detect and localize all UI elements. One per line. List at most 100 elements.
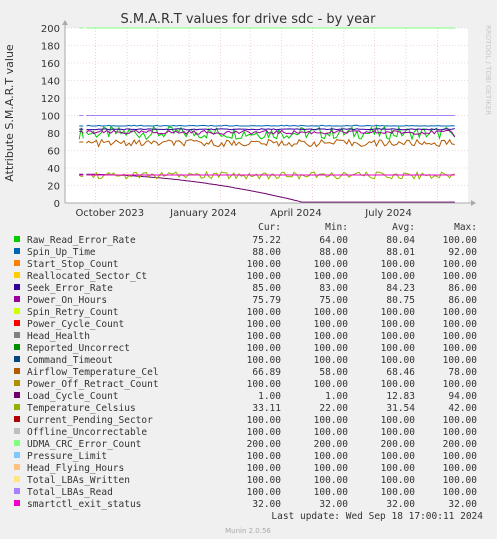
- legend-series-name: Load_Cycle_Count: [27, 391, 119, 402]
- legend-avg-value: 100.00: [381, 463, 416, 474]
- legend-swatch: [14, 452, 20, 458]
- legend-swatch: [14, 308, 20, 314]
- legend-swatch: [14, 272, 20, 278]
- legend-series-name: Start_Stop_Count: [27, 259, 119, 270]
- legend-cur-value: 100.00: [247, 319, 282, 330]
- legend-avg-value: 100.00: [381, 379, 416, 390]
- legend-cur-value: 33.11: [252, 403, 281, 414]
- legend-min-value: 22.00: [319, 403, 348, 414]
- legend-series-name: Reported_Uncorrect: [27, 343, 130, 354]
- legend-swatch: [14, 416, 20, 422]
- legend-cur-value: 100.00: [247, 343, 282, 354]
- legend-series-name: Reallocated_Sector_Ct: [27, 271, 147, 282]
- legend-series-name: Power_Cycle_Count: [27, 319, 124, 330]
- legend-min-value: 100.00: [314, 319, 349, 330]
- legend-max-value: 100.00: [443, 307, 478, 318]
- legend-avg-value: 31.54: [386, 403, 415, 414]
- legend-avg-value: 100.00: [381, 475, 416, 486]
- legend-cur-value: 100.00: [247, 355, 282, 366]
- legend-swatch: [14, 332, 20, 338]
- legend-series-name: Temperature_Celsius: [27, 403, 136, 414]
- legend-cur-value: 100.00: [247, 487, 282, 498]
- legend-cur-value: 100.00: [247, 307, 282, 318]
- legend-series-name: Current_Pending_Sector: [27, 415, 153, 426]
- legend-max-value: 94.00: [448, 391, 477, 402]
- legend-series-name: Power_On_Hours: [27, 295, 107, 306]
- legend-min-value: 100.00: [314, 271, 349, 282]
- legend-cur-value: 66.89: [252, 367, 281, 378]
- legend-series-name: Seek_Error_Rate: [27, 283, 113, 294]
- legend-max-value: 78.00: [448, 367, 477, 378]
- legend-min-value: 100.00: [314, 379, 349, 390]
- y-tick-label: 40: [47, 164, 60, 175]
- legend-avg-value: 100.00: [381, 319, 416, 330]
- legend-avg-value: 100.00: [381, 271, 416, 282]
- legend-cur-value: 100.00: [247, 331, 282, 342]
- x-tick-label: January 2024: [169, 208, 237, 219]
- legend-swatch: [14, 476, 20, 482]
- legend-swatch: [14, 488, 20, 494]
- legend-max-value: 100.00: [443, 379, 478, 390]
- legend-min-value: 100.00: [314, 415, 349, 426]
- legend-min-value: 100.00: [314, 475, 349, 486]
- legend-max-value: 100.00: [443, 343, 478, 354]
- legend-max-value: 100.00: [443, 235, 478, 246]
- legend-min-value: 100.00: [314, 427, 349, 438]
- legend-swatch: [14, 440, 20, 446]
- legend-avg-value: 100.00: [381, 331, 416, 342]
- y-axis-label: Attribute S.M.A.R.T value: [3, 44, 16, 182]
- y-tick-label: 80: [47, 129, 60, 140]
- legend-swatch: [14, 344, 20, 350]
- legend-min-value: 32.00: [319, 499, 348, 510]
- legend-avg-value: 100.00: [381, 307, 416, 318]
- legend-min-value: 100.00: [314, 487, 349, 498]
- legend-min-value: 100.00: [314, 355, 349, 366]
- legend-cur-value: 100.00: [247, 427, 282, 438]
- x-tick-label: April 2024: [270, 208, 321, 219]
- legend-min-value: 200.00: [314, 439, 349, 450]
- legend-min-value: 75.00: [319, 295, 348, 306]
- legend-avg-value: 88.01: [386, 247, 415, 258]
- legend-cur-value: 100.00: [247, 463, 282, 474]
- y-tick-label: 200: [41, 24, 60, 35]
- legend-max-value: 32.00: [448, 499, 477, 510]
- legend-column-header: Min:: [325, 222, 348, 233]
- legend-avg-value: 68.46: [386, 367, 415, 378]
- legend-swatch: [14, 248, 20, 254]
- legend-series-name: UDMA_CRC_Error_Count: [27, 439, 141, 450]
- legend-swatch: [14, 404, 20, 410]
- x-tick-label: July 2024: [364, 208, 412, 219]
- legend-swatch: [14, 356, 20, 362]
- y-tick-label: 120: [41, 94, 60, 105]
- y-axis-arrow: [62, 20, 68, 25]
- legend-series-name: Total_LBAs_Written: [27, 475, 130, 486]
- legend-series-name: Total_LBAs_Read: [27, 487, 113, 498]
- legend-max-value: 100.00: [443, 475, 478, 486]
- y-tick-label: 60: [47, 147, 60, 158]
- chart-title: S.M.A.R.T values for drive sdc - by year: [121, 12, 377, 27]
- y-tick-label: 100: [41, 112, 60, 123]
- legend-max-value: 100.00: [443, 259, 478, 270]
- legend-swatch: [14, 428, 20, 434]
- legend-avg-value: 12.83: [386, 391, 415, 402]
- legend-min-value: 100.00: [314, 463, 349, 474]
- legend-cur-value: 100.00: [247, 451, 282, 462]
- legend-min-value: 100.00: [314, 259, 349, 270]
- y-tick-label: 180: [41, 42, 60, 53]
- legend-swatch: [14, 500, 20, 506]
- legend-cur-value: 100.00: [247, 379, 282, 390]
- legend-max-value: 100.00: [443, 331, 478, 342]
- legend-swatch: [14, 320, 20, 326]
- legend-cur-value: 88.00: [252, 247, 281, 258]
- legend-min-value: 83.00: [319, 283, 348, 294]
- legend-avg-value: 100.00: [381, 451, 416, 462]
- legend-min-value: 1.00: [325, 391, 348, 402]
- legend-min-value: 100.00: [314, 331, 349, 342]
- legend-avg-value: 100.00: [381, 427, 416, 438]
- legend-cur-value: 32.00: [252, 499, 281, 510]
- y-tick-label: 140: [41, 77, 60, 88]
- legend-min-value: 88.00: [319, 247, 348, 258]
- legend-max-value: 86.00: [448, 283, 477, 294]
- legend-max-value: 100.00: [443, 463, 478, 474]
- legend-swatch: [14, 260, 20, 266]
